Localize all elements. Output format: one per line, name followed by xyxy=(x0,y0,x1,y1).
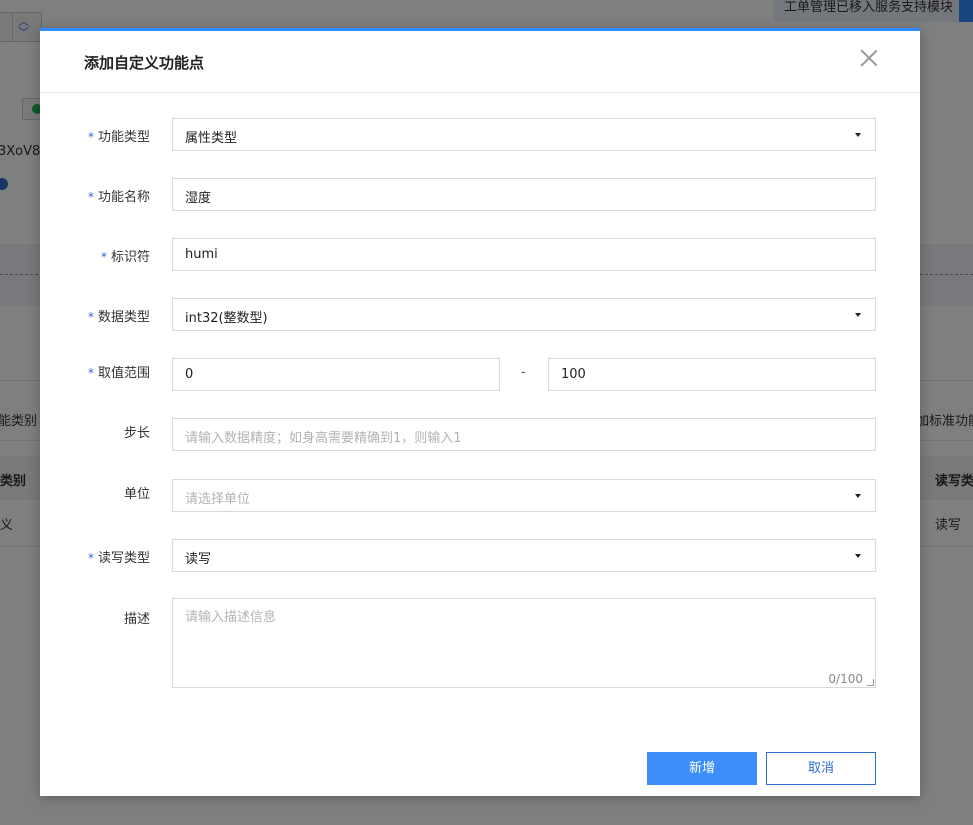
data-type-select[interactable]: int32(整数型) xyxy=(172,298,876,331)
field-label: * 取值范围 xyxy=(87,366,150,381)
dialog-header: 添加自定义功能点 xyxy=(40,31,920,93)
rw-type-select[interactable]: 读写 xyxy=(172,539,876,572)
dialog-title: 添加自定义功能点 xyxy=(84,54,205,72)
caret-down-icon xyxy=(855,554,861,558)
field-label: * 读写类型 xyxy=(87,551,150,566)
func-type-select[interactable]: 属性类型 xyxy=(172,118,876,151)
caret-down-icon xyxy=(855,494,861,498)
field-label: 步长 xyxy=(123,426,150,441)
resize-handle-icon[interactable] xyxy=(867,679,874,686)
char-counter: 0/100 xyxy=(828,672,863,686)
identifier-input[interactable]: humi xyxy=(172,238,876,271)
add-button[interactable]: 新增 xyxy=(647,752,757,785)
description-textarea[interactable]: 请输入描述信息 0/100 xyxy=(172,598,876,688)
range-separator: - xyxy=(521,365,526,380)
caret-down-icon xyxy=(855,133,861,137)
range-min-input[interactable]: 0 xyxy=(172,358,500,391)
field-label: * 功能名称 xyxy=(87,190,150,205)
unit-select[interactable]: 请选择单位 xyxy=(172,479,876,512)
field-label: * 标识符 xyxy=(100,250,150,265)
field-label: 描述 xyxy=(123,612,150,627)
step-input[interactable]: 请输入数据精度；如身高需要精确到1，则输入1 xyxy=(172,418,876,451)
func-name-input[interactable]: 湿度 xyxy=(172,178,876,211)
field-label: * 数据类型 xyxy=(87,310,150,325)
close-icon[interactable] xyxy=(860,49,878,67)
caret-down-icon xyxy=(855,313,861,317)
field-label: 单位 xyxy=(123,487,150,502)
field-label: * 功能类型 xyxy=(87,130,150,145)
add-custom-function-dialog: 添加自定义功能点 * 功能类型 属性类型 * 功能名称 湿度 * 标识符 humi *… xyxy=(40,28,920,796)
cancel-button[interactable]: 取消 xyxy=(766,752,876,785)
range-max-input[interactable]: 100 xyxy=(548,358,876,391)
